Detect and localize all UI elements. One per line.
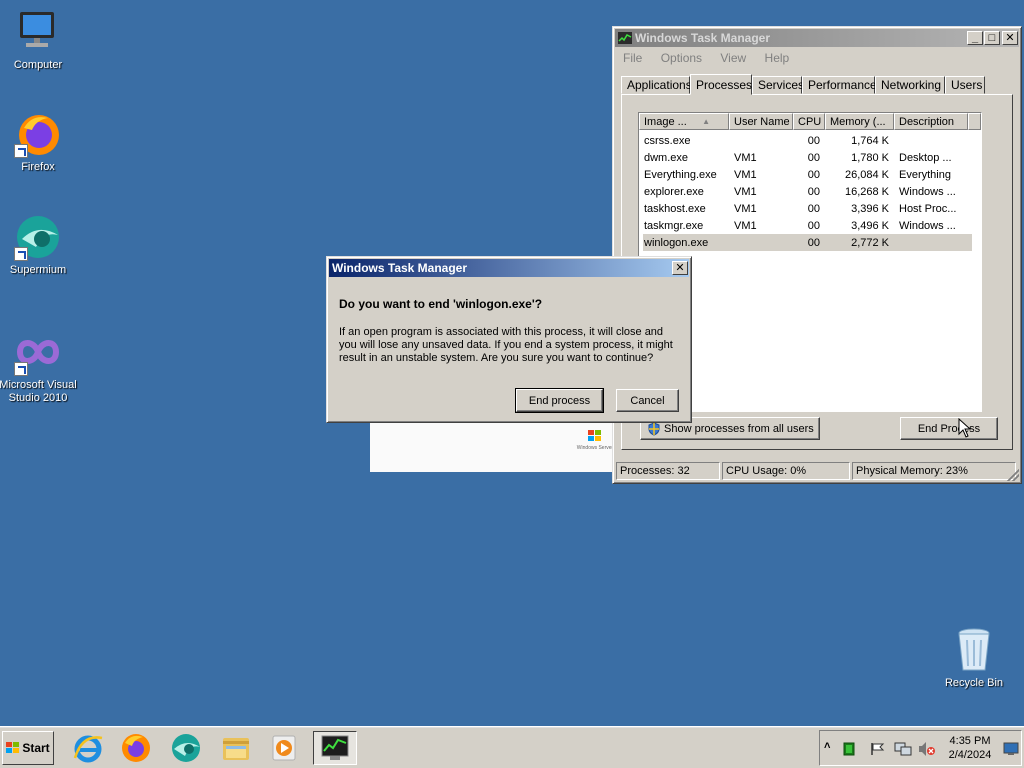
menu-bar: File Options View Help [623,51,804,65]
menu-file[interactable]: File [623,51,642,65]
maximize-button[interactable]: □ [984,31,1000,45]
file-explorer-icon [223,738,249,760]
show-desktop-icon[interactable] [1003,742,1019,756]
desktop-icon-label: Microsoft Visual Studio 2010 [0,379,77,404]
column-filler [968,113,981,130]
windows-logo-icon [588,430,601,441]
dialog-close-button[interactable]: ✕ [672,261,688,275]
taskbar-media-player[interactable] [262,731,306,765]
media-player-icon [272,735,296,761]
task-manager-icon [321,735,349,760]
desktop-icon-visual-studio[interactable]: Microsoft Visual Studio 2010 [0,328,78,405]
end-process-dialog: Windows Task Manager ✕ Do you want to en… [326,256,692,423]
tab-bar: Applications Processes Services Performa… [621,74,1013,95]
status-processes: Processes: 32 [616,462,720,480]
firefox-icon [122,734,150,762]
desktop-icon-label: Firefox [21,161,55,173]
process-list-header: Image ... ▲ User Name CPU Memory (... De… [639,113,981,130]
confirm-end-process-button[interactable]: End process [515,388,604,413]
process-rows: csrss.exe 00 1,764 K dwm.exe VM1 00 1,78… [639,130,981,251]
dialog-message: If an open program is associated with th… [339,326,673,364]
table-row[interactable]: dwm.exe VM1 00 1,780 K Desktop ... [639,149,981,166]
table-row[interactable]: Everything.exe VM1 00 26,084 K Everythin… [639,166,981,183]
menu-options[interactable]: Options [661,51,702,65]
shortcut-arrow-icon [14,247,28,261]
menu-help[interactable]: Help [765,51,790,65]
minimize-button[interactable]: _ [967,31,983,45]
windows-logo-icon [6,742,20,753]
supermium-icon [172,734,200,762]
windows-server-logo: Windows Server [575,430,615,451]
desktop-icon-computer[interactable]: Computer [0,8,78,72]
menu-view[interactable]: View [720,51,746,65]
taskbar-firefox[interactable] [114,731,158,765]
table-row[interactable]: csrss.exe 00 1,764 K [639,132,981,149]
clock-date: 2/4/2024 [948,749,992,761]
clock-time: 4:35 PM [949,735,991,747]
column-description[interactable]: Description [894,113,968,130]
tab-networking[interactable]: Networking [875,76,945,94]
taskbar-task-manager[interactable] [313,731,357,765]
status-physical-memory: Physical Memory: 23% [852,462,1016,480]
desktop-icon-label: Supermium [9,264,67,276]
column-cpu[interactable]: CPU [793,113,825,130]
table-row-selected[interactable]: winlogon.exe 00 2,772 K [643,234,972,251]
dialog-question: Do you want to end 'winlogon.exe'? [339,297,543,311]
volume-muted-icon[interactable] [918,741,936,757]
task-manager-titlebar[interactable]: Windows Task Manager _ □ ✕ [615,29,1019,47]
status-cpu-usage: CPU Usage: 0% [722,462,850,480]
table-row[interactable]: taskhost.exe VM1 00 3,396 K Host Proc... [639,200,981,217]
clock[interactable]: 4:35 PM 2/4/2024 [942,734,998,762]
end-process-button[interactable]: End Process [900,417,998,440]
column-image-name[interactable]: Image ... ▲ [639,113,729,130]
dialog-titlebar[interactable]: Windows Task Manager ✕ [329,259,689,277]
action-center-flag-icon[interactable] [870,742,886,756]
desktop-icon-label: Recycle Bin [944,677,1004,689]
taskbar-file-explorer[interactable] [214,731,258,765]
sort-ascending-icon: ▲ [702,117,710,126]
tab-performance[interactable]: Performance [802,76,877,94]
app-tray-icon[interactable] [843,742,855,756]
network-icon[interactable] [894,741,912,757]
taskbar-internet-explorer[interactable] [66,731,110,765]
window-title: Windows Task Manager [635,31,771,45]
uac-shield-icon [648,421,660,436]
background-window: Windows Server [370,420,620,472]
tab-services[interactable]: Services [752,76,804,94]
taskbar-supermium[interactable] [164,731,208,765]
status-bar: Processes: 32 CPU Usage: 0% Physical Mem… [616,462,1018,480]
desktop-icon-supermium[interactable]: Supermium [0,213,78,277]
tab-users[interactable]: Users [945,76,985,94]
column-memory[interactable]: Memory (... [825,113,894,130]
internet-explorer-icon [73,735,103,763]
desktop-icon-firefox[interactable]: Firefox [0,110,78,174]
tab-processes[interactable]: Processes [690,74,752,95]
shortcut-arrow-icon [14,362,28,376]
shortcut-arrow-icon [14,144,28,158]
close-button[interactable]: ✕ [1002,31,1018,45]
start-button[interactable]: Start [2,731,54,765]
desktop-icon-recycle-bin[interactable]: Recycle Bin [934,626,1014,690]
table-row[interactable]: explorer.exe VM1 00 16,268 K Windows ... [639,183,981,200]
task-manager-icon [618,32,632,44]
computer-icon [14,8,62,56]
cancel-button[interactable]: Cancel [616,389,679,412]
tab-applications[interactable]: Applications [621,76,692,94]
taskbar: Start ˄ 4:35 PM 2/4/2024 [0,726,1024,768]
resize-grip-icon[interactable] [1007,469,1019,481]
mouse-cursor-icon [958,418,972,438]
dialog-title: Windows Task Manager [332,261,468,275]
recycle-bin-icon [950,626,998,674]
show-hidden-icons-icon[interactable]: ˄ [824,740,830,752]
system-tray: ˄ 4:35 PM 2/4/2024 [819,730,1022,766]
desktop-icon-label: Computer [13,59,63,71]
firefox-icon [14,110,62,158]
visual-studio-icon [14,328,62,376]
column-user-name[interactable]: User Name [729,113,793,130]
supermium-icon [14,213,62,261]
brand-text: Windows Server [576,445,614,451]
table-row[interactable]: taskmgr.exe VM1 00 3,496 K Windows ... [639,217,981,234]
